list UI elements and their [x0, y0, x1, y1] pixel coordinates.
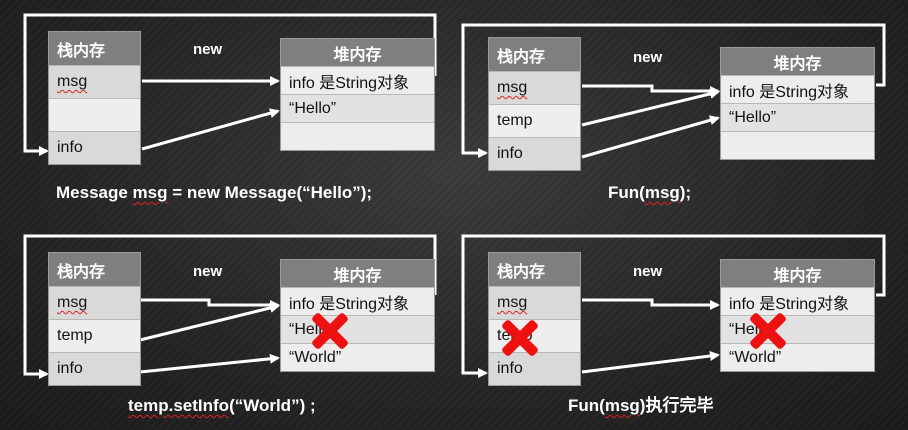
delete-cross-icon — [500, 318, 540, 358]
heap-row-info-object: info 是String对象 — [281, 287, 434, 315]
stack-row-msg: msg — [49, 65, 140, 98]
heap-row-hello: “Hello” — [721, 103, 874, 131]
heap-row-world: “World” — [721, 343, 874, 371]
stack-row-temp: temp — [489, 104, 580, 137]
heap-title: 堆内存 — [281, 260, 434, 287]
heap-title: 堆内存 — [721, 260, 874, 287]
heap-row-info-object: info 是String对象 — [721, 287, 874, 315]
heap-row-hello-struck: “Hello” — [281, 315, 434, 343]
caption-3: temp.setInfo(“World”) ; — [128, 396, 316, 415]
new-label: new — [633, 49, 663, 66]
heap-row-info-object: info 是String对象 — [281, 66, 434, 94]
heap-row-hello-struck: “Hello” — [721, 315, 874, 343]
stack-row-msg: msg — [49, 286, 140, 319]
caption-4: Fun(msg)执行完毕 — [568, 396, 714, 415]
stack-row-temp: temp — [49, 319, 140, 352]
stack-title: 栈内存 — [49, 32, 140, 65]
stack-title: 栈内存 — [489, 253, 580, 286]
heap-row-info-object: info 是String对象 — [721, 75, 874, 103]
new-label: new — [193, 41, 223, 58]
stack-row-info: info — [489, 137, 580, 170]
heap-memory-4: 堆内存 info 是String对象 “Hello” “World” — [720, 259, 875, 372]
heap-memory-2: 堆内存 info 是String对象 “Hello” — [720, 47, 875, 160]
stack-title: 栈内存 — [49, 253, 140, 286]
stack-title: 栈内存 — [489, 38, 580, 71]
heap-title: 堆内存 — [721, 48, 874, 75]
caption-1: Message msg = new Message(“Hello”); — [56, 183, 373, 202]
new-label: new — [193, 263, 223, 280]
heap-row-hello: “Hello” — [281, 94, 434, 122]
stack-memory-3: 栈内存 msg temp info — [48, 252, 141, 386]
new-label: new — [633, 263, 663, 280]
heap-row-empty — [721, 131, 874, 159]
heap-row-empty — [281, 122, 434, 150]
stack-row-empty — [49, 98, 140, 131]
stack-row-msg: msg — [489, 286, 580, 319]
stack-row-msg: msg — [489, 71, 580, 104]
stack-memory-1: 栈内存 msg info — [48, 31, 141, 165]
heap-row-world: “World” — [281, 343, 434, 371]
delete-cross-icon — [748, 311, 788, 351]
stack-memory-2: 栈内存 msg temp info — [488, 37, 581, 171]
heap-memory-1: 堆内存 info 是String对象 “Hello” — [280, 38, 435, 151]
caption-2: Fun(msg); — [608, 183, 692, 202]
stack-row-info: info — [49, 131, 140, 164]
stack-row-info: info — [49, 352, 140, 385]
heap-memory-3: 堆内存 info 是String对象 “Hello” “World” — [280, 259, 435, 372]
heap-title: 堆内存 — [281, 39, 434, 66]
delete-cross-icon — [310, 311, 350, 351]
